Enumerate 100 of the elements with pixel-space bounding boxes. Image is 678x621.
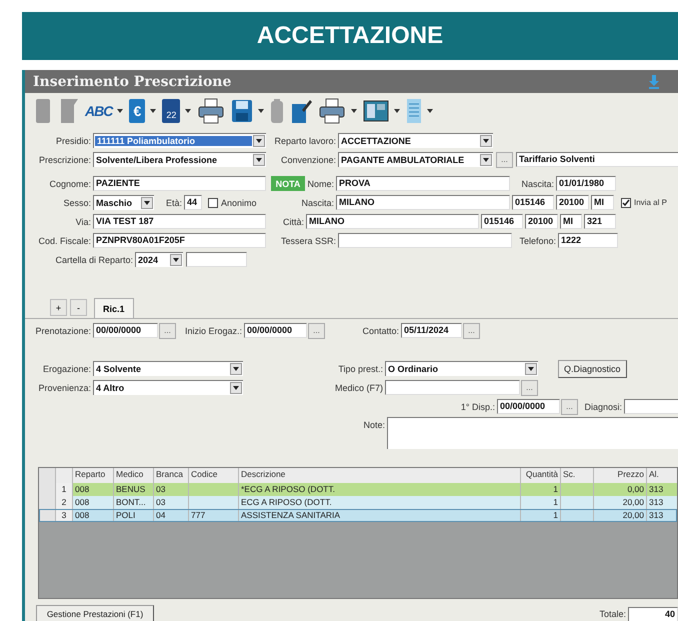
browse-button[interactable]: ... (521, 380, 538, 396)
caret-icon[interactable] (230, 382, 242, 394)
age-field[interactable]: 44 (184, 195, 202, 210)
date-field[interactable]: 00/00/0000 (244, 323, 307, 338)
caret-icon[interactable] (351, 109, 358, 113)
code-field[interactable]: MI (591, 195, 614, 210)
browse-button[interactable]: ... (561, 398, 578, 414)
remove-button[interactable]: - (70, 299, 87, 316)
field-label: Presidio: (54, 136, 92, 146)
table-row[interactable]: 3 008 POLI 04 777 ASSISTENZA SANITARIA 1 20,00 313 (39, 509, 677, 522)
field-label: Diagnosi: (583, 402, 623, 412)
field-label: Cognome: (48, 178, 92, 188)
caret-icon[interactable] (150, 109, 156, 113)
year-dropdown[interactable]: 2024 (135, 252, 183, 267)
caret-icon[interactable] (394, 109, 400, 113)
code-field[interactable]: 20100 (525, 214, 558, 229)
list-icon[interactable] (406, 98, 422, 124)
table-row[interactable]: 1 008 BENUS 03 *ECG A RIPOSO (DOTT. 1 0,00 313 (39, 483, 677, 496)
caret-icon[interactable] (525, 363, 537, 375)
field-label: Cartella di Reparto: (54, 254, 134, 264)
field-label: Nome: (306, 178, 335, 188)
birth-date-field[interactable]: 01/01/1980 (556, 176, 616, 191)
caret-icon[interactable] (230, 363, 242, 375)
date-field[interactable]: 00/00/0000 (497, 399, 560, 414)
code-field[interactable]: 015146 (512, 195, 554, 210)
browse-button[interactable]: ... (463, 322, 480, 338)
toolbar-button[interactable]: € (126, 97, 160, 125)
caret-icon[interactable] (253, 135, 265, 147)
tab[interactable]: Ric.1 (94, 298, 134, 318)
table-cell: 008 (73, 509, 114, 522)
euro-icon[interactable]: € (129, 99, 146, 123)
field-label: Inizio Erogaz.: (184, 326, 243, 336)
surname-field[interactable]: PAZIENTE (93, 176, 266, 191)
browse-button[interactable]: ... (308, 322, 325, 338)
folder-field[interactable] (186, 252, 247, 267)
code-field[interactable]: MI (560, 214, 582, 229)
caret-icon[interactable] (117, 109, 124, 113)
date-field[interactable]: 05/11/2024 (401, 323, 462, 338)
caret-icon[interactable] (170, 254, 182, 266)
department-dropdown[interactable]: ACCETTAZIONE (338, 133, 493, 148)
add-button[interactable]: + (50, 299, 67, 316)
toolbar-button[interactable]: ABC (82, 101, 126, 121)
code-field[interactable]: 20100 (556, 195, 589, 210)
table-cell: 04 (154, 509, 189, 522)
doctor-field[interactable] (385, 380, 520, 395)
field-label: Erogazione: (42, 364, 92, 374)
caret-icon[interactable] (480, 154, 492, 166)
sex-dropdown[interactable]: Maschio (93, 195, 154, 210)
row-number: 1 (56, 483, 73, 496)
origin-dropdown[interactable]: 4 Altro (93, 380, 243, 395)
notes-field[interactable] (387, 417, 678, 449)
table-cell: 777 (189, 509, 239, 522)
checkbox[interactable] (208, 198, 218, 208)
code-field[interactable]: 321 (584, 214, 616, 229)
field-label: Prenotazione: (34, 326, 92, 336)
agreement-dropdown[interactable]: PAGANTE AMBULATORIALE (338, 152, 493, 167)
code-field[interactable]: 015146 (481, 214, 523, 229)
caret-icon[interactable] (258, 109, 264, 113)
name-field[interactable]: PROVA (336, 176, 510, 191)
toolbar-button[interactable]: 22 (159, 97, 194, 125)
row-selector[interactable] (39, 509, 56, 522)
tariff-field[interactable]: Tariffario Solventi (516, 152, 678, 167)
table-cell: ASSISTENZA SANITARIA (239, 509, 521, 522)
total-field: 40 (628, 606, 678, 621)
field-label: Contatto: (361, 326, 400, 336)
diagnostic-button[interactable]: Q.Diagnostico (558, 360, 627, 378)
spellcheck-icon[interactable]: ABC (85, 103, 112, 119)
caret-icon[interactable] (480, 135, 492, 147)
table-cell: 313 (647, 509, 678, 522)
presidio-dropdown[interactable]: 111111 Poliambulatorio (93, 133, 266, 148)
field-label: Convenzione: (280, 154, 337, 164)
city-field[interactable]: MILANO (306, 214, 479, 229)
caret-icon[interactable] (141, 197, 153, 209)
street-field[interactable]: VIA TEST 187 (93, 214, 266, 229)
diagnosis-field[interactable] (624, 399, 678, 414)
row-number: 3 (56, 509, 73, 522)
browse-button[interactable]: ... (496, 152, 513, 168)
birthplace-field[interactable]: MILANO (336, 195, 510, 210)
total-label: Totale: (598, 609, 627, 619)
health-card-field[interactable] (338, 233, 512, 248)
caret-icon[interactable] (427, 109, 434, 113)
caret-icon[interactable] (185, 109, 192, 113)
field-label: Tessera SSR: (280, 236, 337, 246)
checkbox[interactable] (621, 198, 631, 208)
field-label: Prescrizione: (38, 154, 92, 164)
caret-icon[interactable] (253, 154, 265, 166)
table-row[interactable]: 2 008 BONT... 03 ECG A RIPOSO (DOTT. 1 20,00 313 (39, 496, 677, 509)
browse-button[interactable]: ... (159, 322, 176, 338)
panel-icon[interactable] (363, 100, 390, 122)
date-field[interactable]: 00/00/0000 (93, 323, 158, 338)
phone-field[interactable]: 1222 (558, 233, 618, 248)
save-icon[interactable] (231, 98, 254, 124)
tax-code-field[interactable]: PZNPRV80A01F205F (93, 233, 266, 248)
delivery-dropdown[interactable]: 4 Solvente (93, 361, 243, 376)
services-button[interactable]: Gestione Prestazioni (F1) (36, 605, 154, 621)
printer-icon[interactable] (318, 98, 346, 124)
table-cell: 1 (521, 509, 561, 522)
service-type-dropdown[interactable]: O Ordinario (385, 361, 538, 376)
prescription-dropdown[interactable]: Solvente/Libera Professione (93, 152, 266, 167)
calendar-icon[interactable]: 22 (162, 99, 180, 123)
